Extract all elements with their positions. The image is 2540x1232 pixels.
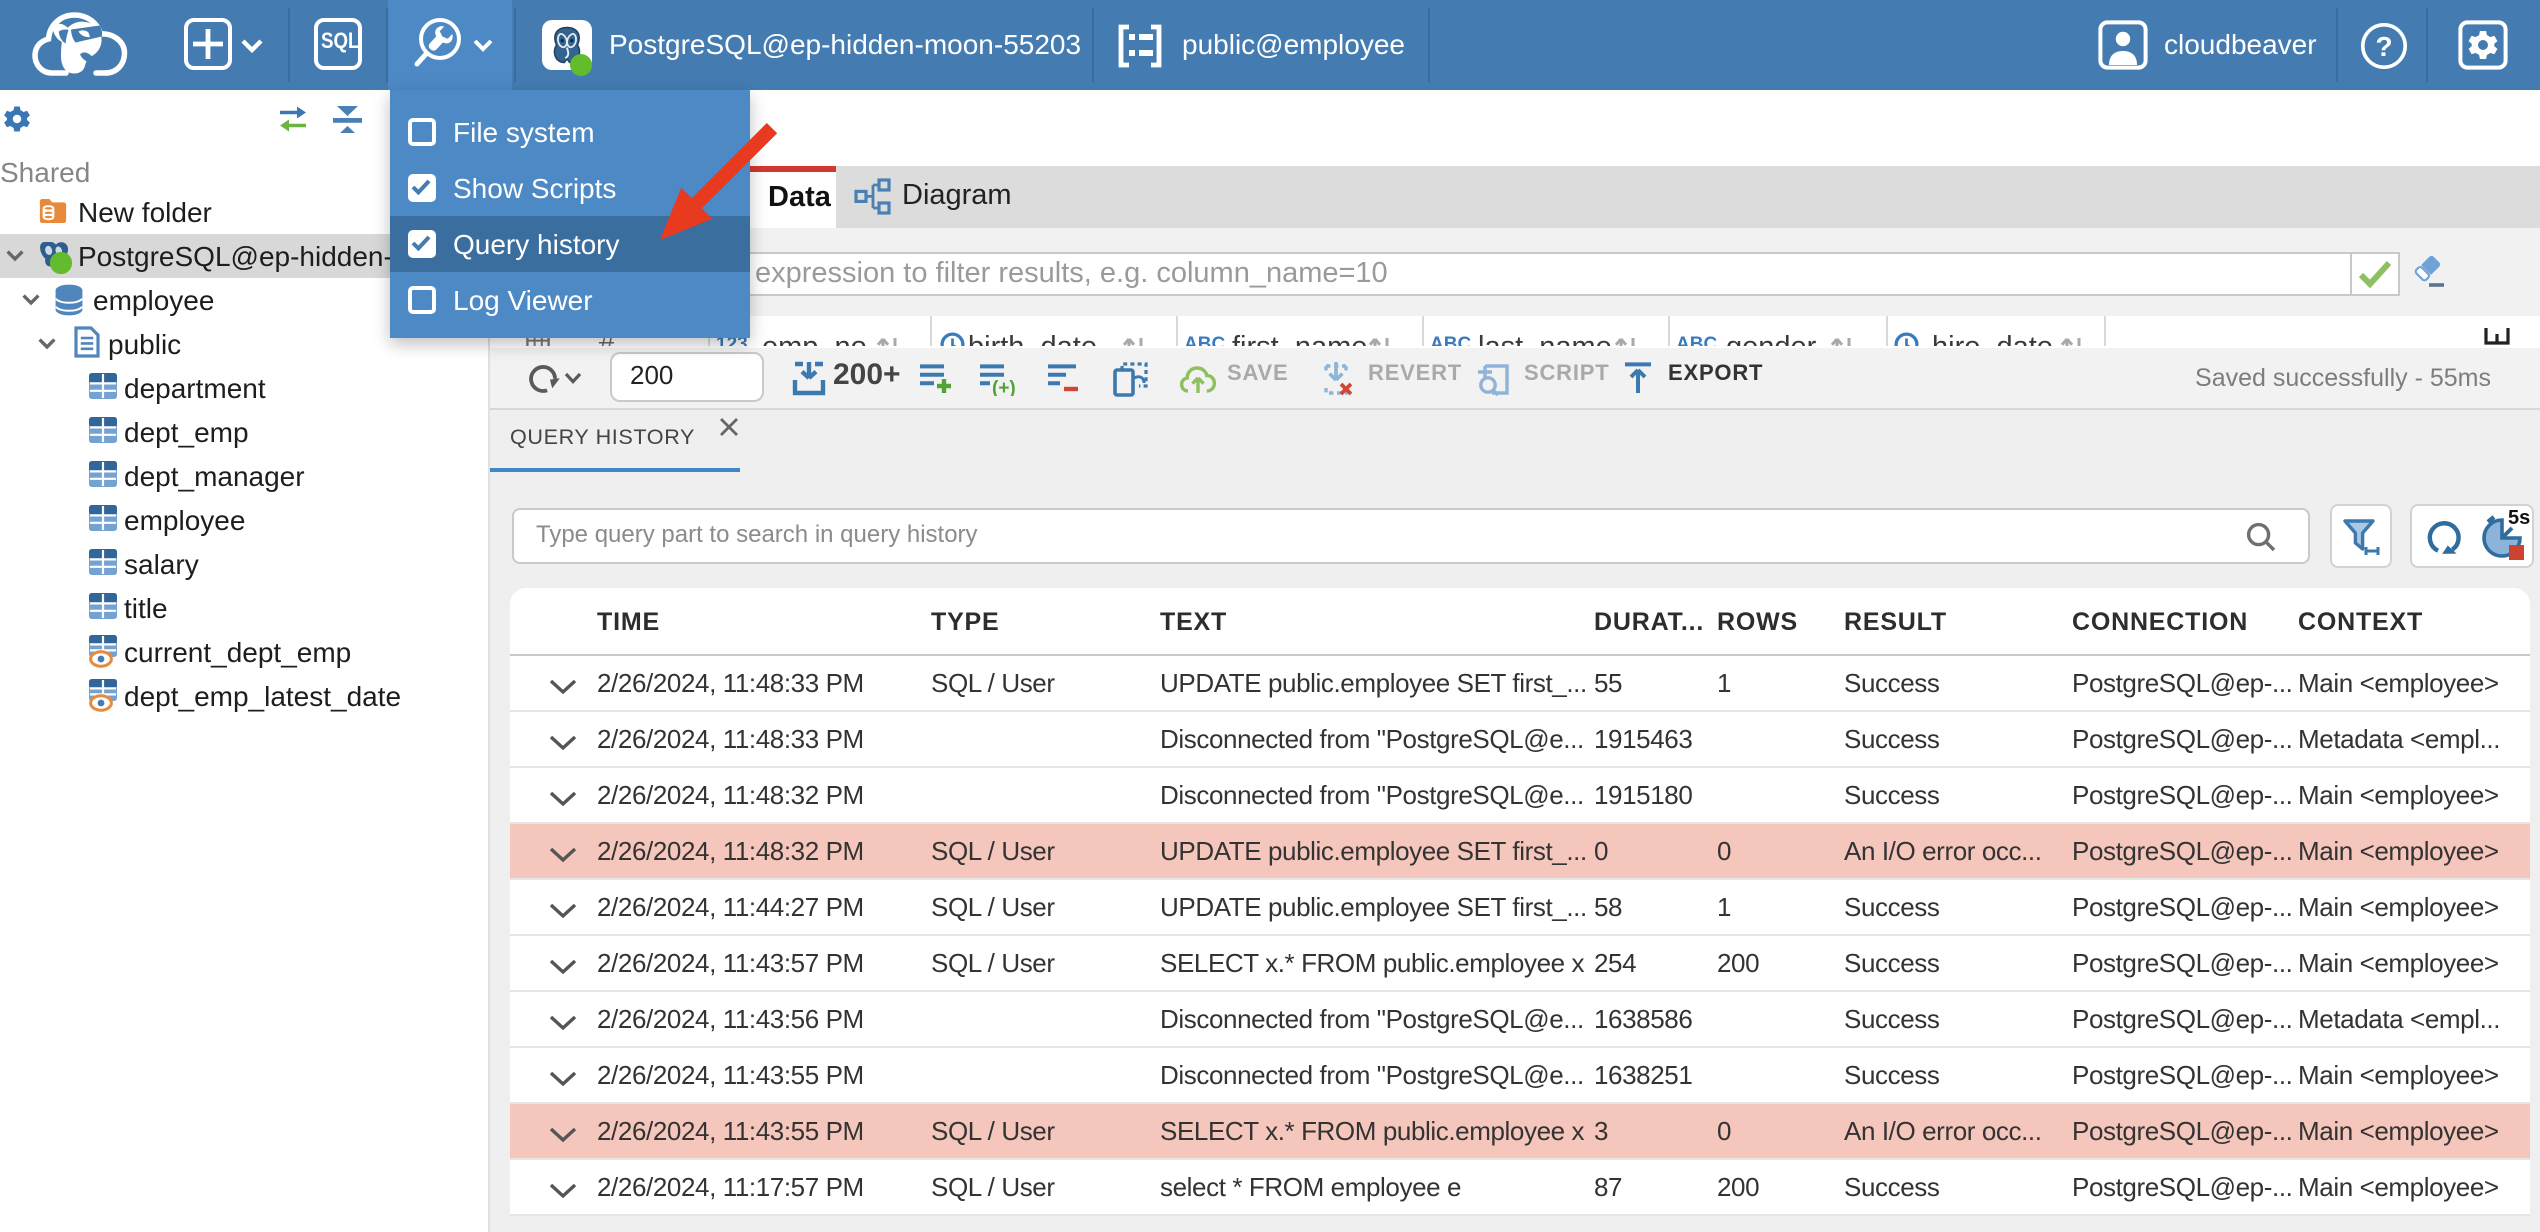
- svg-text:(+): (+): [992, 377, 1016, 395]
- svg-text:?: ?: [2375, 30, 2392, 61]
